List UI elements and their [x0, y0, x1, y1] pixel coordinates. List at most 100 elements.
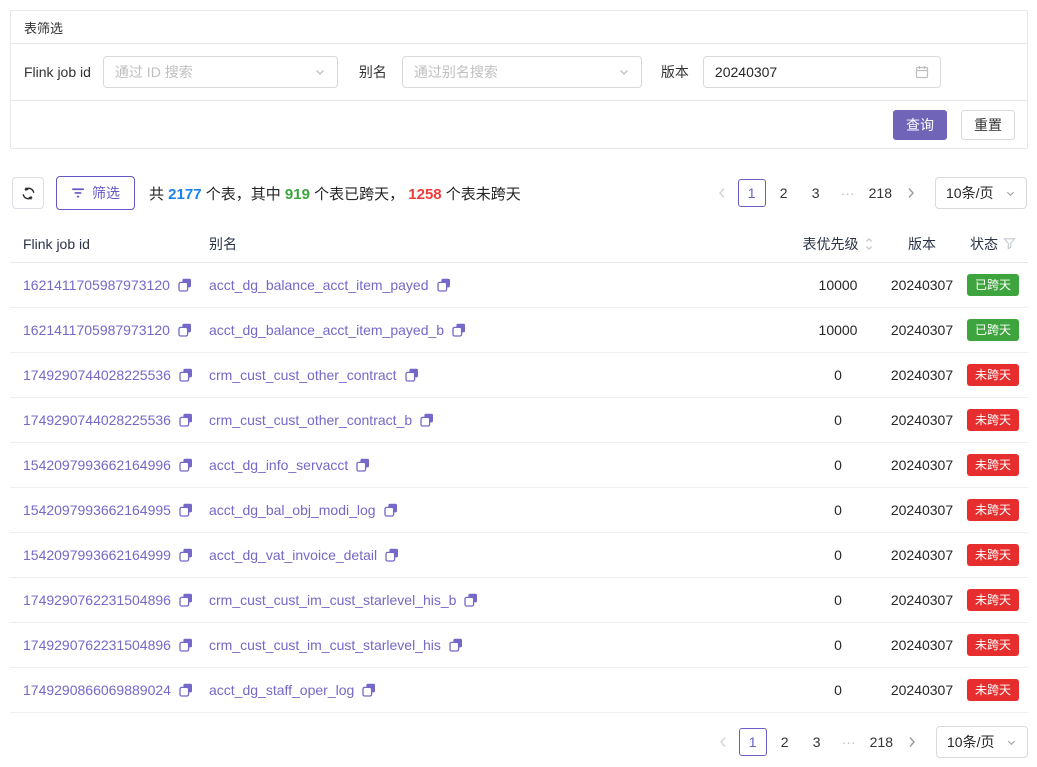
copy-icon[interactable]: [405, 368, 419, 382]
job-id-link[interactable]: 1749290744028225536: [23, 412, 201, 428]
chevron-down-icon: [1005, 188, 1016, 199]
copy-icon[interactable]: [178, 323, 192, 337]
page-button-2[interactable]: 2: [770, 179, 798, 207]
page-button-218[interactable]: 218: [866, 179, 895, 207]
priority-cell: 10000: [815, 277, 862, 293]
job-id-link[interactable]: 1749290762231504896: [23, 637, 201, 653]
alias-link[interactable]: acct_dg_balance_acct_item_payed: [209, 277, 786, 293]
filter-card: 表筛选 Flink job id 通过 ID 搜索 别名 通过别名搜索 版本 2…: [10, 10, 1028, 149]
version-cell: 20240307: [887, 592, 957, 608]
copy-icon[interactable]: [179, 593, 193, 607]
status-badge: 未跨天: [967, 634, 1019, 656]
copy-icon[interactable]: [179, 458, 193, 472]
copy-icon[interactable]: [384, 503, 398, 517]
job-id-link[interactable]: 1542097993662164999: [23, 547, 201, 563]
alias-select[interactable]: 通过别名搜索: [402, 56, 642, 88]
copy-icon[interactable]: [437, 278, 451, 292]
table-body: 1621411705987973120 acct_dg_balance_acct_…: [10, 263, 1028, 713]
refresh-button[interactable]: [12, 177, 44, 209]
sort-icon: [864, 237, 874, 251]
version-cell: 20240307: [887, 322, 957, 338]
priority-cell: 0: [830, 502, 846, 518]
table-row: 1749290762231504896 crm_cust_cust_im_cust…: [10, 578, 1028, 623]
copy-icon[interactable]: [385, 548, 399, 562]
copy-icon[interactable]: [179, 548, 193, 562]
job-id-select[interactable]: 通过 ID 搜索: [103, 56, 338, 88]
alias-link[interactable]: acct_dg_info_servacct: [209, 457, 786, 473]
filter-toggle-button[interactable]: 筛选: [56, 176, 135, 210]
alias-label: 别名: [359, 62, 387, 82]
page-button-218[interactable]: 218: [867, 728, 896, 756]
table-row: 1621411705987973120 acct_dg_balance_acct_…: [10, 263, 1028, 308]
copy-icon[interactable]: [464, 593, 478, 607]
alias-link[interactable]: acct_dg_balance_acct_item_payed_b: [209, 322, 786, 338]
alias-link[interactable]: acct_dg_bal_obj_modi_log: [209, 502, 786, 518]
table-row: 1749290866069889024 acct_dg_staff_oper_lo…: [10, 668, 1028, 713]
status-badge: 未跨天: [967, 544, 1019, 566]
chevron-down-icon: [314, 66, 326, 78]
status-badge: 未跨天: [967, 454, 1019, 476]
table-row: 1749290762231504896 crm_cust_cust_im_cust…: [10, 623, 1028, 668]
version-cell: 20240307: [887, 637, 957, 653]
status-badge: 未跨天: [967, 364, 1019, 386]
column-header-priority[interactable]: 表优先级: [799, 234, 878, 254]
copy-icon[interactable]: [449, 638, 463, 652]
uncrossed-count: 1258: [408, 186, 441, 203]
reset-button[interactable]: 重置: [961, 110, 1015, 140]
copy-icon[interactable]: [178, 278, 192, 292]
page-button-3[interactable]: 3: [803, 728, 831, 756]
job-id-link[interactable]: 1542097993662164996: [23, 457, 201, 473]
copy-icon[interactable]: [179, 413, 193, 427]
table-row: 1621411705987973120 acct_dg_balance_acct_…: [10, 308, 1028, 353]
copy-icon[interactable]: [179, 503, 193, 517]
next-page-button[interactable]: [899, 179, 923, 207]
column-header-status[interactable]: 状态: [966, 234, 1020, 254]
page-size-select[interactable]: 10条/页: [935, 177, 1027, 209]
chevron-down-icon: [1006, 737, 1017, 748]
page-button-3[interactable]: 3: [802, 179, 830, 207]
version-date-input[interactable]: 20240307: [703, 56, 941, 88]
copy-icon[interactable]: [420, 413, 434, 427]
version-cell: 20240307: [887, 457, 957, 473]
alias-link[interactable]: crm_cust_cust_other_contract: [209, 367, 786, 383]
job-id-link[interactable]: 1749290762231504896: [23, 592, 201, 608]
page-button-2[interactable]: 2: [771, 728, 799, 756]
ellipsis-pages[interactable]: ···: [835, 728, 863, 756]
job-id-link[interactable]: 1749290866069889024: [23, 682, 201, 698]
copy-icon[interactable]: [179, 638, 193, 652]
version-cell: 20240307: [887, 547, 957, 563]
copy-icon[interactable]: [452, 323, 466, 337]
funnel-filter-icon: [1003, 237, 1016, 250]
query-button[interactable]: 查询: [893, 110, 947, 140]
page-size-select[interactable]: 10条/页: [936, 726, 1028, 758]
alias-link[interactable]: crm_cust_cust_other_contract_b: [209, 412, 786, 428]
priority-cell: 0: [830, 547, 846, 563]
alias-link[interactable]: acct_dg_staff_oper_log: [209, 682, 786, 698]
priority-cell: 10000: [815, 322, 862, 338]
page-button-1[interactable]: 1: [738, 179, 766, 207]
job-id-label: Flink job id: [24, 64, 91, 80]
copy-icon[interactable]: [356, 458, 370, 472]
alias-link[interactable]: crm_cust_cust_im_cust_starlevel_his: [209, 637, 786, 653]
page-button-1[interactable]: 1: [739, 728, 767, 756]
table-toolbar: 筛选 共 2177 个表，其中 919 个表已跨天， 1258 个表未跨天 12…: [10, 176, 1027, 210]
ellipsis-pages[interactable]: ···: [834, 179, 862, 207]
version-cell: 20240307: [887, 682, 957, 698]
priority-cell: 0: [830, 637, 846, 653]
next-page-button[interactable]: [900, 728, 924, 756]
alias-link[interactable]: acct_dg_vat_invoice_detail: [209, 547, 786, 563]
job-id-link[interactable]: 1542097993662164995: [23, 502, 201, 518]
copy-icon[interactable]: [362, 683, 376, 697]
crossed-count: 919: [285, 186, 310, 203]
job-id-link[interactable]: 1621411705987973120: [23, 322, 201, 338]
job-id-link[interactable]: 1621411705987973120: [23, 277, 201, 293]
copy-icon[interactable]: [179, 368, 193, 382]
alias-link[interactable]: crm_cust_cust_im_cust_starlevel_his_b: [209, 592, 786, 608]
table-row: 1749290744028225536 crm_cust_cust_other_c…: [10, 353, 1028, 398]
job-id-link[interactable]: 1749290744028225536: [23, 367, 201, 383]
priority-cell: 0: [830, 457, 846, 473]
filter-actions: 查询 重置: [11, 101, 1027, 148]
prev-page-button: [711, 728, 735, 756]
column-header-version: 版本: [904, 234, 940, 254]
copy-icon[interactable]: [179, 683, 193, 697]
